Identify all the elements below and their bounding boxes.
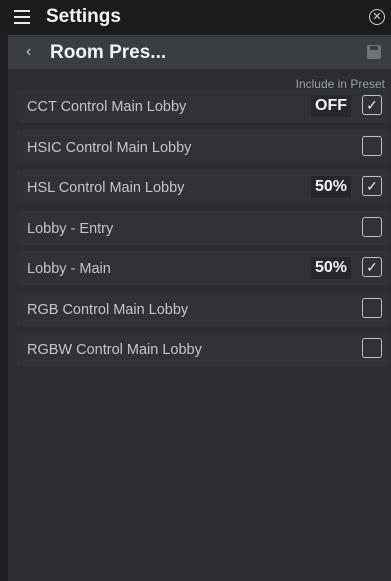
row-label: RGB Control Main Lobby	[27, 301, 189, 318]
row-label: CCT Control Main Lobby	[27, 99, 187, 115]
row-value: 50%	[310, 257, 351, 279]
list-item[interactable]: RGB Control Main Lobby	[17, 291, 389, 326]
row-label: Lobby - Entry	[27, 220, 114, 237]
row-label: HSIC Control Main Lobby	[27, 139, 192, 156]
list-item[interactable]: Lobby - Entry	[17, 210, 389, 245]
list-item[interactable]: HSIC Control Main Lobby	[17, 129, 389, 164]
row-value: 50%	[310, 176, 351, 198]
list-item[interactable]: HSL Control Main Lobby 50% ✓	[17, 170, 389, 204]
preset-list: CCT Control Main Lobby OFF ✓ HSIC Contro…	[17, 89, 389, 373]
row-label: Lobby - Main	[27, 261, 111, 277]
close-icon[interactable]: ✕	[369, 9, 385, 25]
row-label: RGBW Control Main Lobby	[27, 342, 202, 358]
hamburger-menu-icon[interactable]	[14, 10, 30, 24]
page-title: Room Pres...	[50, 42, 167, 63]
top-app-bar: Settings ✕	[0, 0, 391, 33]
include-checkbox[interactable]	[362, 216, 382, 237]
include-checkbox[interactable]	[362, 338, 382, 358]
list-item[interactable]: RGBW Control Main Lobby	[17, 332, 389, 366]
include-checkbox[interactable]: ✓	[362, 176, 382, 196]
page-header-bar: ‹ Room Pres...	[8, 35, 391, 69]
list-item[interactable]: Lobby - Main 50% ✓	[17, 251, 389, 285]
include-checkbox[interactable]	[362, 135, 382, 156]
list-item[interactable]: CCT Control Main Lobby OFF ✓	[17, 89, 389, 123]
include-checkbox[interactable]: ✓	[362, 257, 382, 277]
row-label: HSL Control Main Lobby	[27, 180, 185, 196]
back-chevron-icon[interactable]: ‹	[26, 43, 31, 61]
preset-panel: Include in Preset CCT Control Main Lobby…	[8, 69, 391, 581]
include-checkbox[interactable]: ✓	[362, 95, 382, 115]
save-icon[interactable]	[367, 45, 381, 59]
row-value: OFF	[311, 95, 351, 117]
include-checkbox[interactable]	[362, 297, 382, 318]
app-title: Settings	[46, 6, 121, 27]
